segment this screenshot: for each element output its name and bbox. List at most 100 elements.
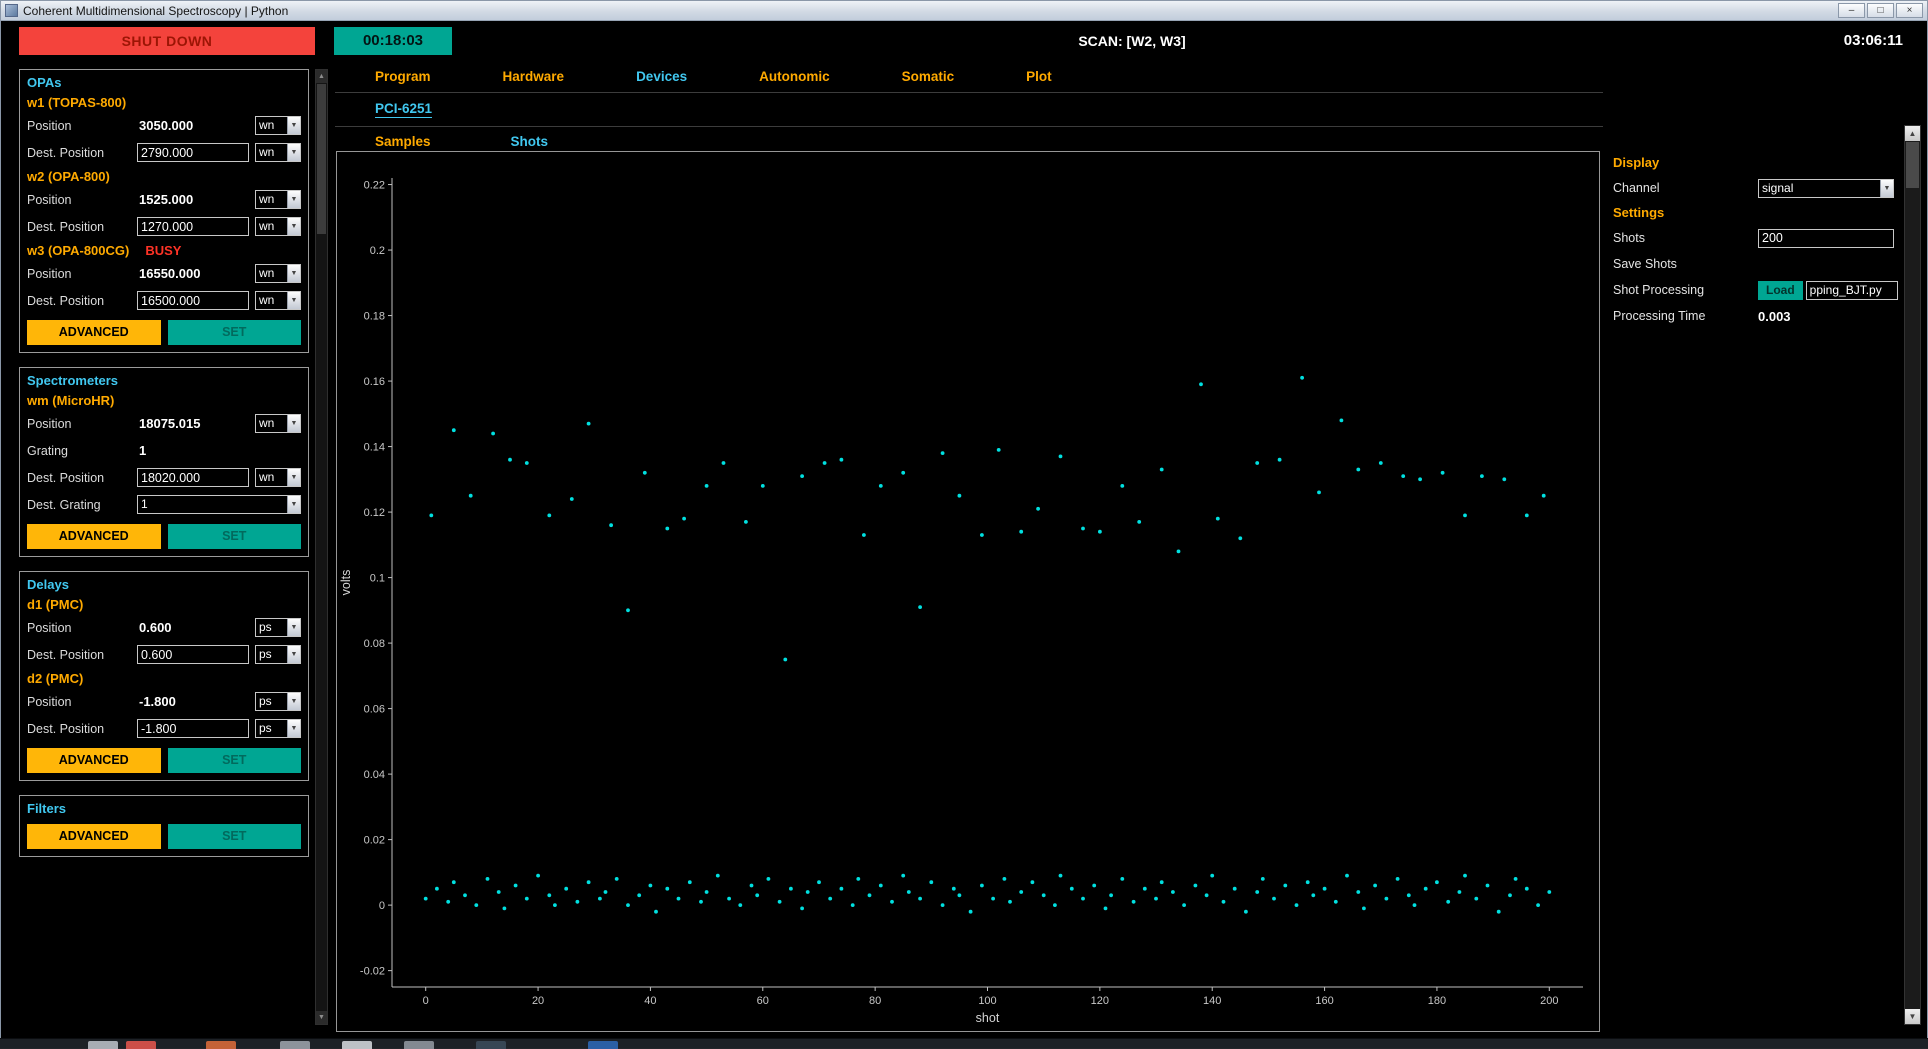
processing-time-value: 0.003	[1758, 308, 1791, 324]
chevron-down-icon: ▼	[287, 292, 300, 309]
dest-position-input[interactable]	[137, 719, 249, 738]
units-combo[interactable]: ps ▼	[255, 719, 301, 738]
dest-position-input[interactable]	[137, 217, 249, 236]
units-combo[interactable]: wn ▼	[255, 468, 301, 487]
scroll-down-icon[interactable]: ▼	[1905, 1009, 1920, 1024]
main-scrollbar[interactable]: ▲ ▼	[1904, 125, 1921, 1025]
scrollbar-thumb[interactable]	[317, 84, 326, 234]
scroll-down-icon[interactable]: ▼	[316, 1011, 327, 1024]
hardware-wm: wm (MicroHR)	[27, 390, 301, 410]
units-combo[interactable]: ps ▼	[255, 692, 301, 711]
scrollbar-thumb[interactable]	[1906, 142, 1919, 188]
system-clock: 03:06:11	[1843, 32, 1903, 49]
chevron-down-icon: ▼	[287, 144, 300, 161]
hardware-sidebar: OPAs w1 (TOPAS-800) Position 3050.000 wn…	[19, 69, 309, 1025]
units-combo[interactable]: wn ▼	[255, 190, 301, 209]
position-label: Position	[27, 266, 72, 281]
dest-position-input[interactable]	[137, 291, 249, 310]
svg-text:-0.02: -0.02	[360, 966, 385, 978]
tab-plot[interactable]: Plot	[1026, 69, 1052, 84]
dest-grating-label: Dest. Grating	[27, 497, 101, 512]
load-button[interactable]: Load	[1758, 280, 1803, 300]
set-button[interactable]: SET	[167, 824, 301, 849]
units-combo[interactable]: ps ▼	[255, 618, 301, 637]
processing-time-label: Processing Time	[1613, 309, 1706, 323]
shots-plot-canvas: -0.02 0 0.02 0.04 0.06 0.08 0.1 0.12 0.14 0.16 0.1…	[339, 178, 1583, 1025]
shot-processing-label: Shot Processing	[1613, 283, 1705, 297]
svg-text:0.02: 0.02	[364, 835, 385, 847]
settings-header: Settings	[1613, 205, 1665, 220]
dest-grating-row: Dest. Grating 1 ▼	[27, 491, 301, 518]
dest-position-row: Dest. Position wn ▼	[27, 287, 301, 314]
dest-position-row: Dest. Position ps ▼	[27, 715, 301, 742]
units-value: ps	[259, 647, 272, 661]
units-combo[interactable]: wn ▼	[255, 217, 301, 236]
spectrometers-section: Spectrometers wm (MicroHR) Position 1807…	[19, 367, 309, 557]
set-button[interactable]: SET	[167, 748, 301, 773]
units-combo[interactable]: wn ▼	[255, 414, 301, 433]
units-combo[interactable]: wn ▼	[255, 291, 301, 310]
advanced-button[interactable]: ADVANCED	[27, 524, 161, 549]
minimize-button[interactable]: –	[1838, 3, 1865, 18]
dest-position-input[interactable]	[137, 143, 249, 162]
tab-autonomic[interactable]: Autonomic	[759, 69, 830, 84]
units-combo[interactable]: wn ▼	[255, 143, 301, 162]
position-value: 0.600	[139, 620, 172, 635]
position-value: 16550.000	[139, 266, 201, 281]
shot-processing-row: Shot Processing Load	[1613, 277, 1898, 303]
maximize-button[interactable]: □	[1867, 3, 1894, 18]
set-button[interactable]: SET	[167, 320, 301, 345]
tab-pci-6251[interactable]: PCI-6251	[375, 101, 433, 118]
scroll-up-icon[interactable]: ▲	[316, 70, 327, 83]
dest-position-input[interactable]	[137, 468, 249, 487]
channel-row: Channel signal ▼	[1613, 175, 1897, 201]
svg-text:100: 100	[978, 995, 996, 1007]
shots-input[interactable]	[1758, 228, 1894, 248]
tab-devices[interactable]: Devices	[636, 69, 687, 84]
advanced-button[interactable]: ADVANCED	[27, 824, 161, 849]
tab-shots[interactable]: Shots	[511, 134, 549, 149]
position-row: Position 1525.000 wn ▼	[27, 186, 301, 213]
divider	[335, 126, 1603, 127]
close-button[interactable]: ×	[1896, 3, 1923, 18]
dest-position-input[interactable]	[137, 645, 249, 664]
svg-text:0.16: 0.16	[364, 376, 385, 388]
shots-plot[interactable]: -0.02 0 0.02 0.04 0.06 0.08 0.1 0.12 0.14 0.16 0.1…	[336, 151, 1600, 1032]
set-button[interactable]: SET	[167, 524, 301, 549]
busy-badge: BUSY	[145, 243, 182, 258]
dest-grating-combo[interactable]: 1 ▼	[137, 495, 301, 514]
tab-program[interactable]: Program	[375, 69, 431, 84]
app-window: Coherent Multidimensional Spectroscopy |…	[0, 0, 1928, 1040]
processing-file-input[interactable]	[1805, 280, 1898, 300]
tab-somatic[interactable]: Somatic	[902, 69, 955, 84]
sidebar-scrollbar[interactable]: ▲ ▼	[315, 69, 328, 1025]
units-value: ps	[259, 721, 272, 735]
advanced-button[interactable]: ADVANCED	[27, 748, 161, 773]
channel-select[interactable]: signal ▼	[1758, 178, 1894, 198]
units-combo[interactable]: wn ▼	[255, 116, 301, 135]
section-title-spectrometers: Spectrometers	[27, 373, 119, 388]
advanced-button[interactable]: ADVANCED	[27, 320, 161, 345]
units-value: wn	[259, 293, 275, 307]
module-tabs: Program Hardware Devices Autonomic Somat…	[335, 69, 1603, 84]
titlebar[interactable]: Coherent Multidimensional Spectroscopy |…	[1, 1, 1927, 21]
delays-buttons: ADVANCED SET	[27, 748, 301, 773]
window-title: Coherent Multidimensional Spectroscopy |…	[23, 3, 289, 18]
units-combo[interactable]: ps ▼	[255, 645, 301, 664]
tab-hardware[interactable]: Hardware	[503, 69, 565, 84]
dest-position-row: Dest. Position wn ▼	[27, 464, 301, 491]
hardware-d2: d2 (PMC)	[27, 668, 301, 688]
units-value: ps	[259, 694, 272, 708]
units-combo[interactable]: wn ▼	[255, 264, 301, 283]
chevron-down-icon: ▼	[287, 496, 300, 513]
section-title-delays: Delays	[27, 577, 69, 592]
scroll-up-icon[interactable]: ▲	[1905, 126, 1920, 141]
svg-text:0.22: 0.22	[364, 180, 385, 192]
tab-samples[interactable]: Samples	[375, 134, 431, 149]
hardware-w1: w1 (TOPAS-800)	[27, 92, 301, 112]
svg-text:180: 180	[1428, 995, 1446, 1007]
grating-value: 1	[139, 443, 147, 458]
svg-text:140: 140	[1203, 995, 1221, 1007]
svg-text:0.18: 0.18	[364, 311, 385, 323]
shutdown-button[interactable]: SHUT DOWN	[19, 27, 315, 55]
